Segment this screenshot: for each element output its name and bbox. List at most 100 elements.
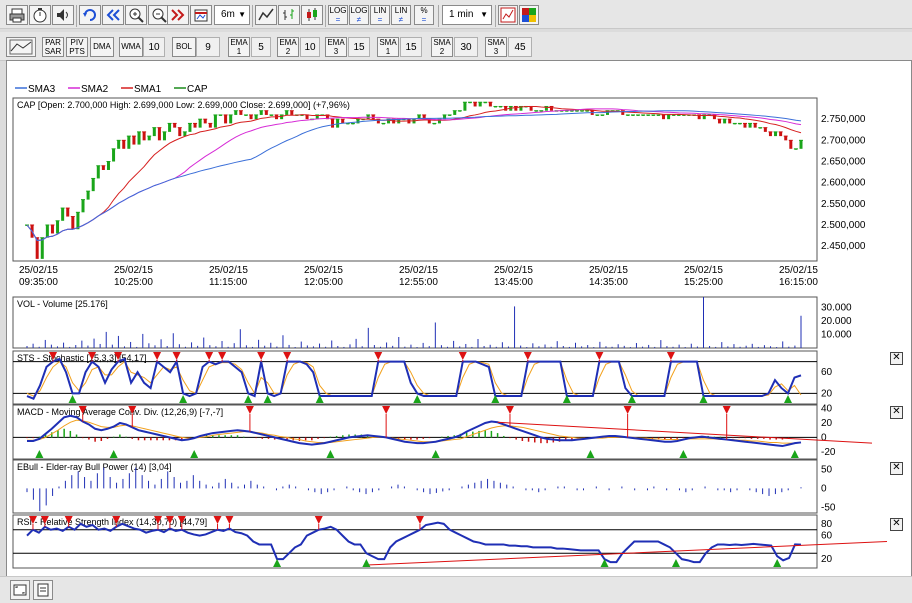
- candle: [774, 131, 778, 137]
- rsi-y-tick-label: 60: [821, 531, 833, 542]
- calendar-icon[interactable]: [190, 5, 212, 25]
- fullscreen-icon[interactable]: [10, 580, 30, 600]
- ema1-period-value[interactable]: 5: [251, 37, 271, 57]
- candle: [122, 140, 126, 149]
- rsi-y-tick-label: 80: [821, 519, 833, 530]
- indicator-toolbar: PAR SAR PIV PTS DMA WMA 10 BOL 9 EMA 1 5…: [0, 32, 912, 61]
- x-tick-time: 10:25:00: [114, 277, 153, 288]
- line-chart-icon[interactable]: [255, 5, 277, 25]
- close-elder-panel-button[interactable]: ✕: [890, 462, 903, 475]
- candle: [331, 119, 335, 128]
- bol-period-value[interactable]: 9: [196, 37, 220, 57]
- refresh-icon[interactable]: [79, 5, 101, 25]
- percent-button[interactable]: % =: [414, 5, 434, 25]
- stopwatch-icon[interactable]: [29, 5, 51, 25]
- candle: [753, 123, 757, 128]
- timeframe-select[interactable]: 6m ▼: [214, 5, 250, 25]
- candle: [50, 225, 54, 234]
- color-palette-icon[interactable]: [519, 5, 539, 25]
- legend-entry: CAP: [187, 84, 208, 95]
- candle: [56, 220, 60, 234]
- print-icon[interactable]: [6, 5, 28, 25]
- chart-area: SMA3 SMA2 SMA1 CAP CAP [Open: 2.700,000 High…: [6, 60, 912, 578]
- sma3-period-value[interactable]: 45: [508, 37, 532, 57]
- price-y-tick-label: 2.450,000: [821, 241, 866, 252]
- close-stochastic-panel-button[interactable]: ✕: [890, 352, 903, 365]
- candle: [280, 114, 284, 120]
- rewind-icon[interactable]: [102, 5, 124, 25]
- indicator-draw-icon[interactable]: [6, 37, 36, 57]
- candle: [728, 119, 732, 124]
- indicator-dma-button[interactable]: DMA: [90, 37, 114, 57]
- ema3-period-value[interactable]: 15: [348, 37, 370, 57]
- sma2-period-value[interactable]: 30: [454, 37, 478, 57]
- candle: [473, 102, 477, 107]
- candle: [193, 123, 197, 128]
- candle: [784, 136, 788, 141]
- candle: [478, 102, 482, 107]
- legend-entry: SMA2: [81, 84, 109, 95]
- wma-period-value[interactable]: 10: [143, 37, 165, 57]
- indicator-pivpts-button[interactable]: PIV PTS: [66, 37, 88, 57]
- indicator-sma2-button[interactable]: SMA 2: [431, 37, 453, 57]
- candle: [147, 136, 151, 141]
- candle: [101, 165, 105, 170]
- macd-y-tick-label: 20: [821, 418, 833, 429]
- lin-equal-button[interactable]: LIN =: [370, 5, 390, 25]
- close-rsi-panel-button[interactable]: ✕: [890, 518, 903, 531]
- indicator-wma-button[interactable]: WMA: [119, 37, 143, 57]
- candle: [259, 110, 263, 115]
- candlestick-chart-icon[interactable]: [301, 5, 323, 25]
- x-tick-date: 25/02/15: [589, 265, 628, 276]
- candle: [168, 123, 172, 132]
- interval-select[interactable]: 1 min ▼: [442, 5, 492, 25]
- chart-properties-icon[interactable]: [498, 5, 518, 25]
- lin-notequal-button[interactable]: LIN ≠: [391, 5, 411, 25]
- x-tick-time: 11:15:00: [209, 277, 248, 288]
- fast-forward-icon[interactable]: [167, 5, 189, 25]
- sound-icon[interactable]: [52, 5, 74, 25]
- print-preview-icon[interactable]: [33, 580, 53, 600]
- candle: [213, 114, 217, 128]
- candle: [106, 161, 110, 170]
- candle: [305, 114, 309, 120]
- candle: [183, 131, 187, 137]
- candle: [667, 114, 671, 120]
- volume-y-tick-label: 20.000: [821, 316, 852, 327]
- indicator-ema3-button[interactable]: EMA 3: [325, 37, 347, 57]
- zoom-in-icon[interactable]: [125, 5, 147, 25]
- x-tick-time: 16:15:00: [779, 277, 818, 288]
- price-y-tick-label: 2.700,000: [821, 135, 866, 146]
- log-notequal-button[interactable]: LOG ≠: [349, 5, 369, 25]
- indicator-ema2-button[interactable]: EMA 2: [277, 37, 299, 57]
- price-y-tick-label: 2.550,000: [821, 199, 866, 210]
- sma1-period-value[interactable]: 15: [400, 37, 422, 57]
- indicator-bol-button[interactable]: BOL: [172, 37, 196, 57]
- indicator-ema1-button[interactable]: EMA 1: [228, 37, 250, 57]
- candle: [157, 127, 161, 141]
- candle: [162, 131, 166, 141]
- candle: [198, 119, 202, 128]
- rsi-y-tick-label: 20: [821, 554, 833, 565]
- candle: [45, 225, 49, 238]
- close-macd-panel-button[interactable]: ✕: [890, 406, 903, 419]
- candle: [356, 119, 360, 124]
- main-toolbar: 6m ▼ LOG = LOG ≠ LIN = LIN ≠ % = 1 min ▼: [0, 0, 912, 29]
- elder-y-tick-label: 0: [821, 483, 827, 494]
- candle: [137, 131, 141, 145]
- candle: [718, 119, 722, 124]
- log-equal-button[interactable]: LOG =: [328, 5, 348, 25]
- indicator-sma3-button[interactable]: SMA 3: [485, 37, 507, 57]
- x-tick-time: 12:55:00: [399, 277, 438, 288]
- indicator-parsar-button[interactable]: PAR SAR: [42, 37, 64, 57]
- indicator-sma1-button[interactable]: SMA 1: [377, 37, 399, 57]
- candle: [229, 114, 233, 124]
- candle: [91, 178, 95, 192]
- ema2-period-value[interactable]: 10: [300, 37, 320, 57]
- candle: [71, 216, 75, 230]
- candle: [142, 131, 146, 141]
- volume-title: VOL - Volume [25.176]: [17, 299, 108, 309]
- x-tick-date: 25/02/15: [684, 265, 723, 276]
- candle: [285, 110, 289, 115]
- ohlc-chart-icon[interactable]: [278, 5, 300, 25]
